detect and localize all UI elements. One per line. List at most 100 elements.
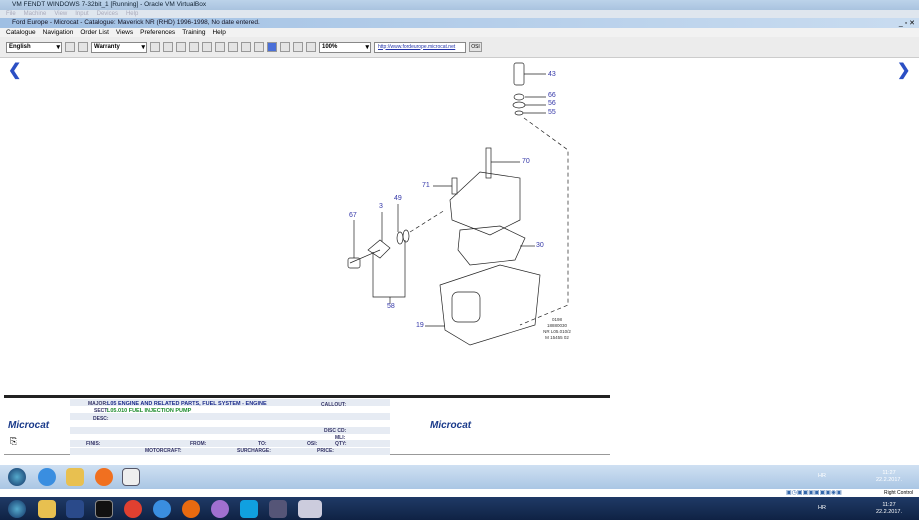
tool-icon[interactable] xyxy=(254,42,264,52)
zoom-select[interactable]: 100% xyxy=(319,41,371,53)
lang-indicator[interactable]: HR xyxy=(818,473,826,479)
ref-line: M 15455 02 xyxy=(545,335,569,340)
date: 22.2.2017. xyxy=(876,509,902,515)
callout-label: CALLOUT: xyxy=(321,402,346,408)
osi-label: OSI: xyxy=(307,441,318,447)
binoculars-icon[interactable] xyxy=(202,42,212,52)
menu-help[interactable]: Help xyxy=(212,29,225,36)
part-info-panel: MAJOR: L05 ENGINE AND RELATED PARTS, FUE… xyxy=(4,395,610,455)
tool-icon[interactable] xyxy=(228,42,238,52)
time: 11:27 xyxy=(882,502,896,508)
vm-menu-file[interactable]: File xyxy=(6,11,16,17)
terminal-icon[interactable] xyxy=(95,500,113,518)
vm-menu-help[interactable]: Help xyxy=(126,11,138,17)
callout-67[interactable]: 67 xyxy=(349,212,357,219)
callout-70[interactable]: 70 xyxy=(522,158,530,165)
diagram-area: ❮ ❯ 43 66 56 55 70 71 49 3 67 30 58 19 0… xyxy=(0,60,919,393)
desc-label: DESC: xyxy=(93,416,109,422)
from-label: FROM: xyxy=(190,441,207,447)
running-app-icon[interactable] xyxy=(298,500,322,518)
major-label: MAJOR: xyxy=(88,401,108,407)
tool-icon[interactable] xyxy=(163,42,173,52)
menu-navigation[interactable]: Navigation xyxy=(43,29,74,36)
disc-cd-label: DISC CD: xyxy=(324,428,347,434)
callout-43[interactable]: 43 xyxy=(548,71,556,78)
microcat-logo-right: Microcat xyxy=(430,420,472,431)
start-button-icon[interactable] xyxy=(8,500,26,518)
menu-preferences[interactable]: Preferences xyxy=(140,29,175,36)
window-controls[interactable]: _ ▫ ✕ xyxy=(899,19,915,27)
clock[interactable]: 11:27 22.2.2017. xyxy=(876,502,902,516)
vm-status-icons[interactable]: ▣◷▣▣▣▣▣▣◉▣ xyxy=(786,489,842,496)
parts-diagram xyxy=(347,62,569,346)
url-link[interactable]: http://www.fordeurope.microcat.net xyxy=(374,41,466,53)
mode-select[interactable]: Warranty xyxy=(91,41,147,53)
vm-menu-view[interactable]: View xyxy=(54,11,67,17)
diagram-reference: 0198 18880030 NR L05.010/2 M 15455 02 xyxy=(535,317,579,341)
finis-label: FINIS: xyxy=(86,441,101,447)
tool-icon[interactable] xyxy=(176,42,186,52)
surcharge-label: SURCHARGE: xyxy=(237,448,271,454)
callout-19[interactable]: 19 xyxy=(416,322,424,329)
vm-menu-devices[interactable]: Devices xyxy=(97,11,118,17)
host-key-label: Right Control xyxy=(884,490,914,496)
back-icon[interactable] xyxy=(280,42,290,52)
app-menu-bar: Catalogue Navigation Order List Views Prefer… xyxy=(0,28,919,37)
date: 22.2.2017. xyxy=(876,477,902,483)
ie-icon[interactable] xyxy=(38,468,56,486)
callout-55[interactable]: 55 xyxy=(548,109,556,116)
search-icon[interactable] xyxy=(189,42,199,52)
menu-training[interactable]: Training xyxy=(182,29,205,36)
app-icon[interactable] xyxy=(211,500,229,518)
app-title-bar: Ford Europe - Microcat - Catalogue: Mave… xyxy=(0,18,919,28)
tool-icon[interactable] xyxy=(306,42,316,52)
firefox-icon[interactable] xyxy=(182,500,200,518)
vm-title-bar: VM FENDT WINDOWS 7-32bit_1 [Running] - O… xyxy=(0,0,919,10)
tool-icon[interactable] xyxy=(150,42,160,52)
sect-value: L05.010 FUEL INJECTION PUMP xyxy=(107,408,192,414)
chrome-icon[interactable] xyxy=(124,500,142,518)
callout-49[interactable]: 49 xyxy=(394,195,402,202)
toolbar: English Warranty 100% http://www.fordeur… xyxy=(0,37,919,58)
time: 11:27 xyxy=(882,470,896,476)
forward-icon[interactable] xyxy=(293,42,303,52)
vm-menu-input[interactable]: Input xyxy=(75,11,88,17)
print-preview-icon[interactable] xyxy=(65,42,75,52)
host-taskbar: HR 11:27 22.2.2017. xyxy=(0,497,919,520)
menu-order-list[interactable]: Order List xyxy=(80,29,109,36)
media-player-icon[interactable] xyxy=(95,468,113,486)
callout-3[interactable]: 3 xyxy=(379,203,383,210)
clock[interactable]: 11:27 22.2.2017. xyxy=(876,470,902,484)
explorer-icon[interactable] xyxy=(38,500,56,518)
callout-30[interactable]: 30 xyxy=(536,242,544,249)
tool-icon[interactable] xyxy=(267,42,277,52)
menu-views[interactable]: Views xyxy=(116,29,133,36)
start-button-icon[interactable] xyxy=(8,468,26,486)
app-icon[interactable] xyxy=(66,500,84,518)
osi-button[interactable]: OSI xyxy=(469,42,482,52)
tool-icon[interactable] xyxy=(241,42,251,52)
major-value: L05 ENGINE AND RELATED PARTS, FUEL SYSTE… xyxy=(107,401,267,407)
skype-icon[interactable] xyxy=(240,500,258,518)
vm-menu-machine[interactable]: Machine xyxy=(24,11,47,17)
print-icon[interactable] xyxy=(78,42,88,52)
callout-56[interactable]: 56 xyxy=(548,100,556,107)
callout-71[interactable]: 71 xyxy=(422,182,430,189)
menu-catalogue[interactable]: Catalogue xyxy=(6,29,36,36)
tool-icon[interactable] xyxy=(215,42,225,52)
lang-indicator[interactable]: HR xyxy=(818,505,826,511)
callout-58[interactable]: 58 xyxy=(387,303,395,310)
callout-66[interactable]: 66 xyxy=(548,92,556,99)
to-label: TO: xyxy=(258,441,267,447)
vm-menu-bar: File Machine View Input Devices Help xyxy=(0,10,919,18)
ie-icon[interactable] xyxy=(153,500,171,518)
price-label: PRICE: xyxy=(317,448,334,454)
explorer-icon[interactable] xyxy=(66,468,84,486)
language-select[interactable]: English xyxy=(6,41,62,53)
microcat-task-icon[interactable] xyxy=(122,468,140,486)
vm-status-bar: ▣◷▣▣▣▣▣▣◉▣ Right Control xyxy=(0,489,919,497)
motorcraft-label: MOTORCRAFT: xyxy=(145,448,182,454)
parts-icon[interactable]: ⎘ xyxy=(10,436,17,447)
virtualbox-icon[interactable] xyxy=(269,500,287,518)
qty-label: QTY: xyxy=(335,441,347,447)
